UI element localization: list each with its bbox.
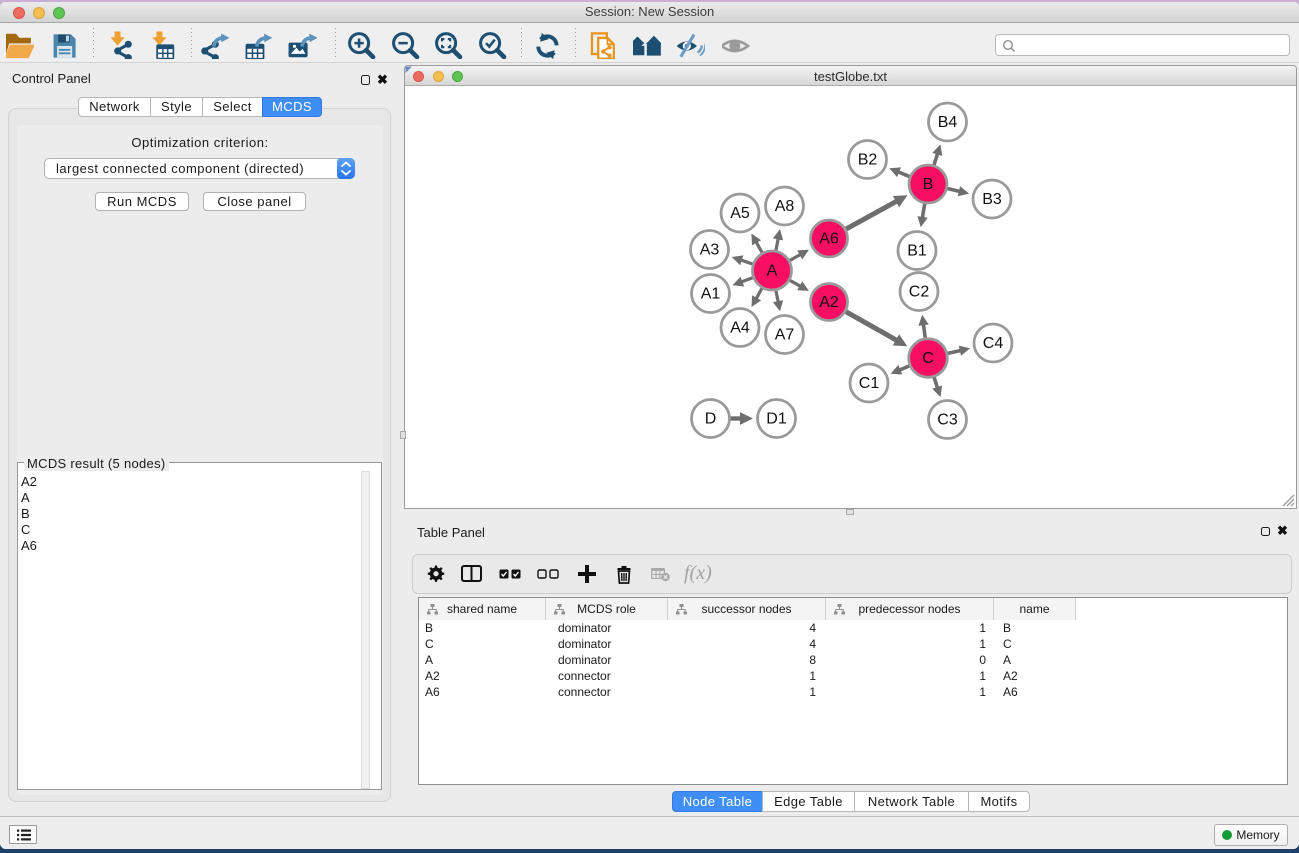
svg-text:A: A <box>767 263 778 280</box>
svg-text:C1: C1 <box>859 375 880 392</box>
svg-text:D: D <box>705 411 717 428</box>
svg-text:A6: A6 <box>819 231 839 248</box>
svg-text:B3: B3 <box>982 191 1002 208</box>
svg-text:A3: A3 <box>700 242 720 259</box>
svg-text:B: B <box>923 176 934 193</box>
svg-text:C4: C4 <box>983 335 1004 352</box>
svg-text:C2: C2 <box>909 284 930 301</box>
svg-text:B4: B4 <box>938 114 958 131</box>
svg-text:A7: A7 <box>775 327 795 344</box>
svg-text:A8: A8 <box>775 198 795 215</box>
svg-text:D1: D1 <box>766 411 787 428</box>
svg-text:f(x): f(x) <box>684 563 712 584</box>
svg-text:A1: A1 <box>701 286 721 303</box>
svg-text:C: C <box>922 350 934 367</box>
svg-text:B1: B1 <box>907 243 927 260</box>
svg-text:A2: A2 <box>819 294 839 311</box>
svg-text:B2: B2 <box>858 152 878 169</box>
svg-text:A4: A4 <box>730 320 750 337</box>
svg-text:C3: C3 <box>937 412 958 429</box>
svg-text:A5: A5 <box>730 205 750 222</box>
